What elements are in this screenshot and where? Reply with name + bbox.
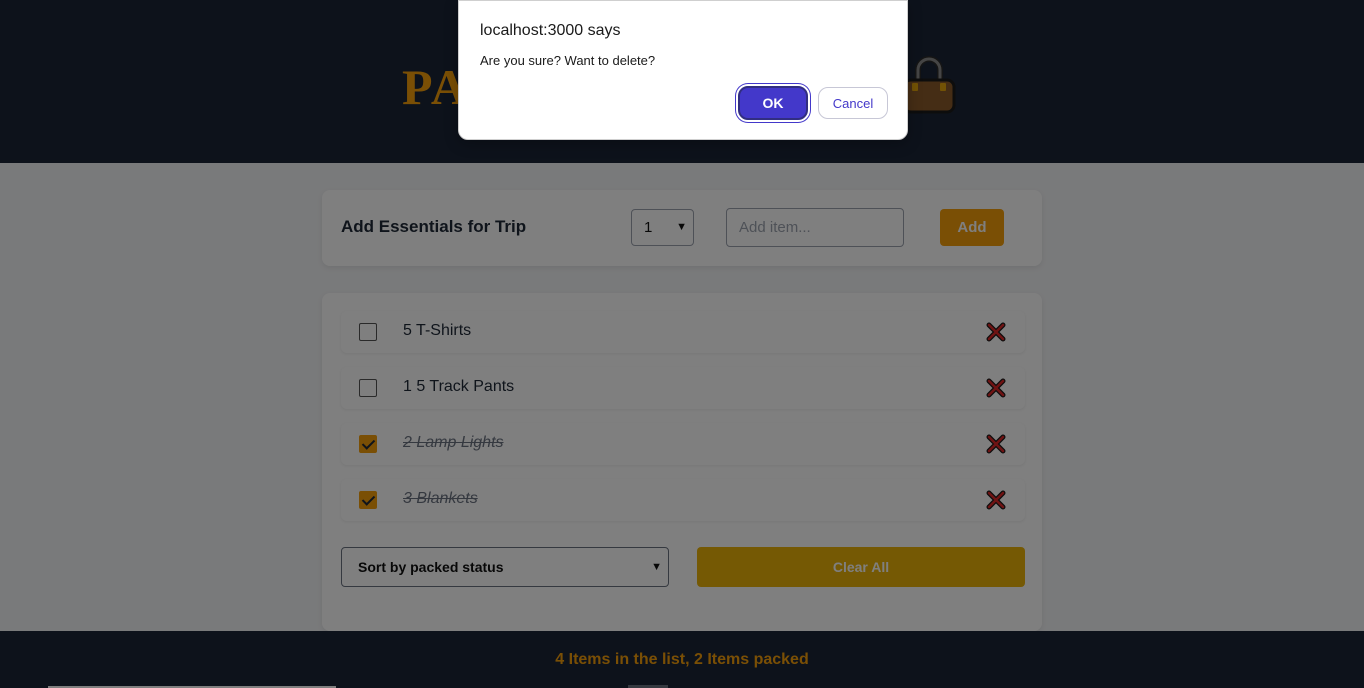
confirm-dialog: localhost:3000 says Are you sure? Want t…	[458, 0, 908, 140]
dialog-title: localhost:3000 says	[480, 22, 621, 39]
cancel-button[interactable]: Cancel	[818, 87, 888, 119]
ok-button[interactable]: OK	[738, 86, 808, 120]
dialog-message: Are you sure? Want to delete?	[480, 53, 656, 68]
